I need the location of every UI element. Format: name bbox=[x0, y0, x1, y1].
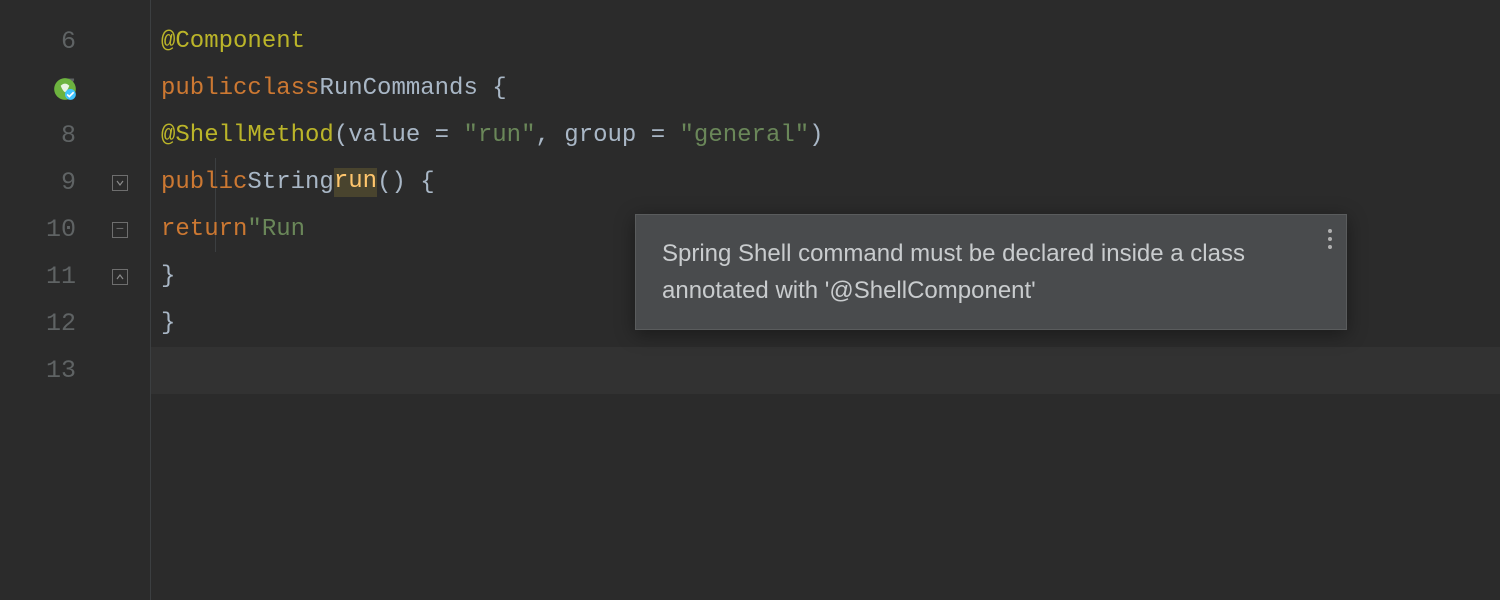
param-name-token: value bbox=[348, 122, 434, 149]
code-line[interactable]: @Component bbox=[151, 18, 1500, 65]
code-editor: 6 7 8 9 10 11 12 13 bbox=[0, 0, 1500, 600]
line-number-gutter: 6 7 8 9 10 11 12 13 bbox=[0, 0, 90, 600]
string-token: "Run bbox=[247, 216, 305, 243]
method-name-token: run bbox=[334, 168, 377, 197]
line-number: 10 bbox=[46, 215, 76, 244]
annotation-token: @ShellMethod bbox=[161, 122, 334, 149]
keyword-token: public bbox=[161, 75, 247, 102]
line-number: 9 bbox=[61, 168, 76, 197]
param-name-token: group bbox=[564, 122, 650, 149]
paren-token: () bbox=[377, 169, 406, 196]
class-name-token: RunCommands bbox=[319, 75, 477, 102]
brace-token: { bbox=[406, 169, 435, 196]
fold-expand-icon[interactable] bbox=[112, 269, 128, 285]
code-line[interactable]: public String run() { bbox=[151, 159, 1500, 206]
inspection-tooltip: Spring Shell command must be declared in… bbox=[635, 214, 1347, 330]
brace-token: } bbox=[161, 263, 175, 290]
keyword-token: return bbox=[161, 216, 247, 243]
fold-collapse-icon[interactable]: − bbox=[112, 222, 128, 238]
fold-gutter: − bbox=[90, 0, 150, 600]
line-number: 12 bbox=[46, 309, 76, 338]
annotation-token: @Component bbox=[161, 28, 305, 55]
brace-token: { bbox=[478, 75, 507, 102]
operator-token: = bbox=[651, 122, 680, 149]
string-token: "general" bbox=[680, 122, 810, 149]
brace-token: } bbox=[161, 310, 175, 337]
line-number: 6 bbox=[61, 27, 76, 56]
code-line[interactable]: public class RunCommands { bbox=[151, 65, 1500, 112]
tooltip-more-actions-button[interactable] bbox=[1328, 229, 1332, 249]
operator-token: = bbox=[435, 122, 464, 149]
code-line[interactable] bbox=[151, 347, 1500, 394]
fold-collapse-icon[interactable] bbox=[112, 175, 128, 191]
comma-token: , bbox=[535, 122, 564, 149]
string-token: "run" bbox=[463, 122, 535, 149]
code-area[interactable]: @Component public class RunCommands { @S… bbox=[150, 0, 1500, 600]
line-number: 13 bbox=[46, 356, 76, 385]
code-line[interactable]: @ShellMethod(value = "run", group = "gen… bbox=[151, 112, 1500, 159]
kebab-icon bbox=[1328, 229, 1332, 249]
paren-token: ) bbox=[809, 122, 823, 149]
tooltip-message: Spring Shell command must be declared in… bbox=[662, 240, 1245, 304]
line-number: 8 bbox=[61, 121, 76, 150]
paren-token: ( bbox=[334, 122, 348, 149]
keyword-token: class bbox=[247, 75, 319, 102]
spring-bean-icon[interactable] bbox=[52, 76, 78, 102]
keyword-token: public bbox=[161, 169, 247, 196]
line-number: 11 bbox=[46, 262, 76, 291]
type-token: String bbox=[247, 169, 333, 196]
